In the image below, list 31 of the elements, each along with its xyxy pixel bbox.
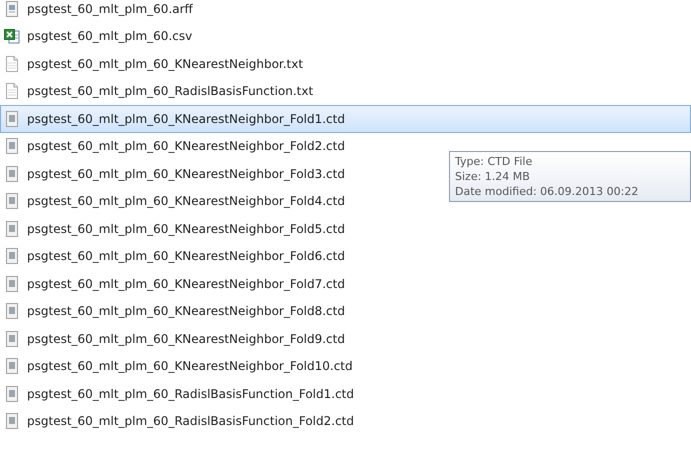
document-icon <box>4 166 20 182</box>
file-row[interactable]: psgtest_60_mlt_plm_60_KNearestNeighbor_Fold7.ctd <box>0 270 691 298</box>
document-icon <box>4 413 20 430</box>
text-file-icon <box>4 83 20 100</box>
file-row[interactable]: psgtest_60_mlt_plm_60_RadislBasisFunction.txt <box>0 78 691 105</box>
file-row[interactable]: psgtest_60_mlt_plm_60_RadislBasisFunction_Fold2.ctd <box>0 408 691 435</box>
spreadsheet-file-icon <box>4 28 20 44</box>
tooltip-text: Type: CTD File <box>455 155 534 168</box>
document-icon <box>4 276 20 292</box>
document-icon <box>4 358 20 374</box>
file-row[interactable]: psgtest_60_mlt_plm_60_KNearestNeighbor_Fold5.ctd <box>0 215 691 242</box>
file-row[interactable]: psgtest_60_mlt_plm_60.csv <box>0 22 691 50</box>
document-icon <box>4 248 20 264</box>
document-icon <box>4 138 20 154</box>
file-row[interactable]: psgtest_60_mlt_plm_60_KNearestNeighbor_Fold6.ctd <box>0 242 691 270</box>
file-row[interactable]: psgtest_60_mlt_plm_60_KNearestNeighbor_Fold10.ctd <box>0 352 691 380</box>
file-row[interactable]: psgtest_60_mlt_plm_60_KNearestNeighbor_Fold1.ctd <box>0 105 691 132</box>
file-row[interactable]: psgtest_60_mlt_plm_60_RadislBasisFunction_Fold1.ctd <box>0 380 691 408</box>
tooltip-text: Size: 1.24 MB <box>455 170 531 183</box>
file-row[interactable]: psgtest_60_mlt_plm_60_KNearestNeighbor_Fold8.ctd <box>0 298 691 325</box>
document-icon <box>4 303 20 320</box>
document-icon <box>4 386 20 402</box>
file-row[interactable]: psgtest_60_mlt_plm_60_KNearestNeighbor_Fold9.ctd <box>0 325 691 352</box>
file-row[interactable]: psgtest_60_mlt_plm_60.arff <box>0 0 691 22</box>
document-icon <box>4 330 20 347</box>
file-row[interactable]: psgtest_60_mlt_plm_60_KNearestNeighbor.txt <box>0 50 691 78</box>
document-icon <box>4 193 20 210</box>
tooltip-text: Date modified: 06.09.2013 00:22 <box>455 185 640 198</box>
text-file-icon <box>4 56 20 72</box>
document-icon <box>4 110 20 127</box>
document-icon <box>4 220 20 237</box>
